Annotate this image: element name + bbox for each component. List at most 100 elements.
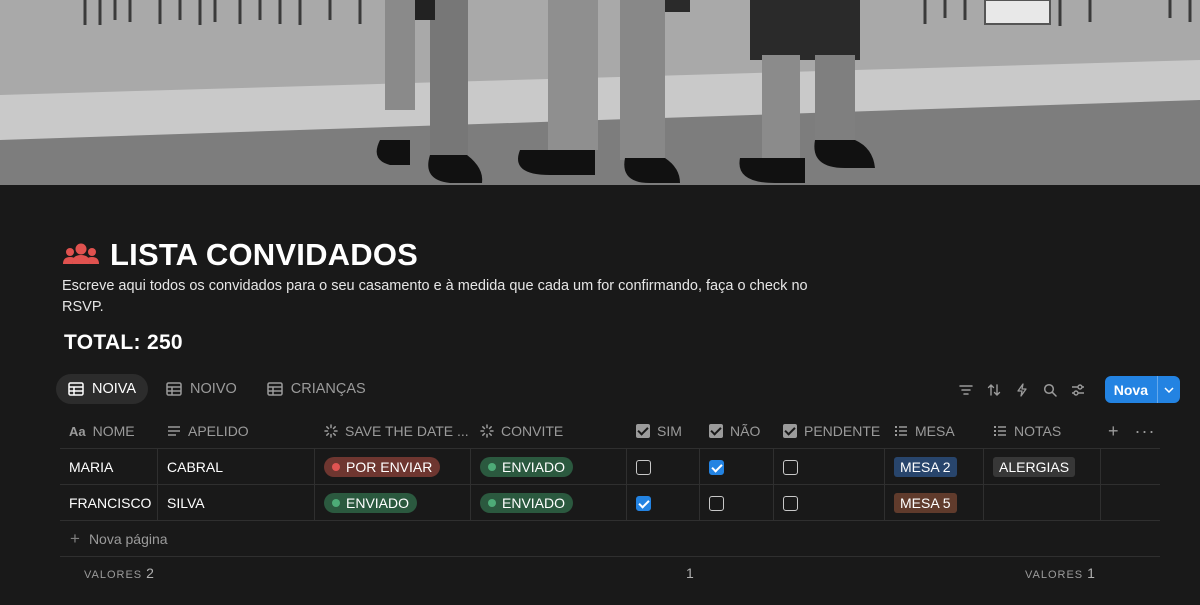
page-content: LISTA CONVIDADOS Escreve aqui todos os c… — [0, 185, 1200, 605]
new-button[interactable]: Nova — [1104, 376, 1180, 403]
cell-notas[interactable] — [984, 485, 1101, 521]
cell-apelido[interactable]: CABRAL — [158, 449, 315, 485]
notas-tag: ALERGIAS — [993, 457, 1076, 477]
column-label: MESA — [915, 423, 955, 439]
plus-icon: + — [70, 528, 80, 548]
status-label: POR ENVIAR — [346, 459, 433, 475]
new-button-label[interactable]: Nova — [1105, 376, 1157, 403]
database-toolbar: Nova — [959, 376, 1180, 403]
column-label: SIM — [657, 423, 682, 439]
guest-table: Aa NOME APELIDO SAVE THE DATE ... CONVIT… — [60, 413, 1160, 557]
table-row[interactable]: FRANCISCO SILVA ENVIADO ENVIADO MESA 5 — [60, 485, 1160, 521]
filter-icon[interactable] — [959, 383, 973, 397]
new-page-label: Nova página — [88, 530, 168, 547]
page-title[interactable]: LISTA CONVIDADOS — [110, 237, 418, 273]
cell-save-the-date[interactable]: ENVIADO — [315, 485, 471, 521]
total-heading: TOTAL: 250 — [64, 331, 183, 354]
cover-photo — [0, 0, 1200, 185]
settings-icon[interactable] — [1071, 383, 1085, 397]
checkbox-icon — [783, 424, 797, 438]
column-header-sim[interactable]: SIM — [627, 413, 700, 449]
checkbox-icon — [709, 424, 723, 438]
status-label: ENVIADO — [502, 495, 566, 511]
status-label: ENVIADO — [346, 495, 410, 511]
column-header-nome[interactable]: Aa NOME — [60, 413, 158, 449]
add-column-icon[interactable]: + — [1108, 421, 1119, 442]
status-badge: ENVIADO — [480, 493, 574, 513]
search-icon[interactable] — [1043, 383, 1057, 397]
pendente-checkbox[interactable] — [783, 495, 798, 511]
status-badge: ENVIADO — [324, 493, 418, 513]
column-header-apelido[interactable]: APELIDO — [158, 413, 315, 449]
cell-mesa[interactable]: MESA 5 — [885, 485, 984, 521]
table-row[interactable]: MARIA CABRAL POR ENVIAR ENVIADO MESA 2 A… — [60, 449, 1160, 485]
column-header-save-the-date[interactable]: SAVE THE DATE ... — [315, 413, 471, 449]
guest-name: MARIA — [69, 459, 114, 475]
automation-icon[interactable] — [1015, 382, 1029, 397]
cell-convite[interactable]: ENVIADO — [471, 485, 627, 521]
cell-nao — [700, 485, 774, 521]
calc-notas[interactable]: VALORES 1 — [1025, 565, 1095, 581]
status-badge: POR ENVIAR — [324, 457, 441, 477]
tab-label: NOIVA — [92, 381, 137, 397]
tab-noivo[interactable]: NOIVO — [154, 374, 249, 404]
sim-checkbox[interactable] — [636, 459, 651, 475]
column-header-mesa[interactable]: MESA — [885, 413, 984, 449]
guest-name: FRANCISCO — [69, 495, 152, 511]
status-icon — [480, 424, 494, 438]
table-view-icon — [166, 382, 182, 396]
cell-save-the-date[interactable]: POR ENVIAR — [315, 449, 471, 485]
cell-sim — [627, 449, 700, 485]
column-label: NÃO — [730, 423, 761, 439]
cell-nao — [700, 449, 774, 485]
cell-notas[interactable]: ALERGIAS — [984, 449, 1101, 485]
cell-nome[interactable]: FRANCISCO — [60, 485, 158, 521]
cell-convite[interactable]: ENVIADO — [471, 449, 627, 485]
column-header-pendente[interactable]: PENDENTE — [774, 413, 885, 449]
column-label: NOTAS — [1014, 423, 1062, 439]
cell-pendente — [774, 485, 885, 521]
list-icon — [994, 426, 1006, 436]
table-footer: VALORES 2 1 VALORES 1 — [60, 559, 1160, 589]
cell-apelido[interactable]: SILVA — [158, 485, 315, 521]
nao-checkbox[interactable] — [709, 459, 724, 475]
text-icon — [168, 426, 180, 436]
more-options-icon[interactable]: ··· — [1135, 421, 1156, 442]
column-label: CONVITE — [501, 423, 564, 439]
tab-noiva[interactable]: NOIVA — [56, 374, 149, 404]
tab-label: CRIANÇAS — [290, 381, 366, 397]
cell-pendente — [774, 449, 885, 485]
calc-label: VALORES — [84, 569, 143, 581]
column-label: PENDENTE — [804, 423, 881, 439]
calc-nome[interactable]: VALORES 2 — [84, 565, 154, 581]
page-description: Escreve aqui todos os convidados para o … — [62, 278, 808, 315]
header-actions: + ··· — [1108, 413, 1156, 449]
calc-value: 1 — [1087, 565, 1095, 581]
column-header-convite[interactable]: CONVITE — [471, 413, 627, 449]
calc-value: 1 — [686, 565, 694, 581]
status-icon — [324, 424, 338, 438]
sort-icon[interactable] — [987, 383, 1001, 397]
page-header: LISTA CONVIDADOS — [62, 237, 418, 273]
tab-criancas[interactable]: CRIANÇAS — [255, 374, 378, 404]
chevron-down-icon[interactable] — [1157, 376, 1180, 403]
guest-surname: SILVA — [167, 495, 205, 511]
cell-nome[interactable]: MARIA — [60, 449, 158, 485]
nao-checkbox[interactable] — [709, 495, 724, 511]
pendente-checkbox[interactable] — [783, 459, 798, 475]
status-label: ENVIADO — [502, 459, 566, 475]
mesa-tag: MESA 2 — [894, 457, 957, 477]
table-header: Aa NOME APELIDO SAVE THE DATE ... CONVIT… — [60, 413, 1160, 449]
cell-mesa[interactable]: MESA 2 — [885, 449, 984, 485]
column-header-nao[interactable]: NÃO — [700, 413, 774, 449]
table-view-icon — [68, 382, 84, 396]
table-view-icon — [267, 382, 283, 396]
column-header-notas[interactable]: NOTAS — [984, 413, 1101, 449]
new-page-button[interactable]: + Nova página — [60, 521, 1160, 557]
sim-checkbox[interactable] — [636, 495, 651, 511]
calc-sim[interactable]: 1 — [682, 565, 694, 581]
column-label: NOME — [92, 423, 135, 439]
view-tabs: NOIVA NOIVO CRIANÇAS — [56, 374, 378, 404]
mesa-tag: MESA 5 — [894, 493, 957, 513]
title-icon: Aa — [69, 423, 86, 439]
